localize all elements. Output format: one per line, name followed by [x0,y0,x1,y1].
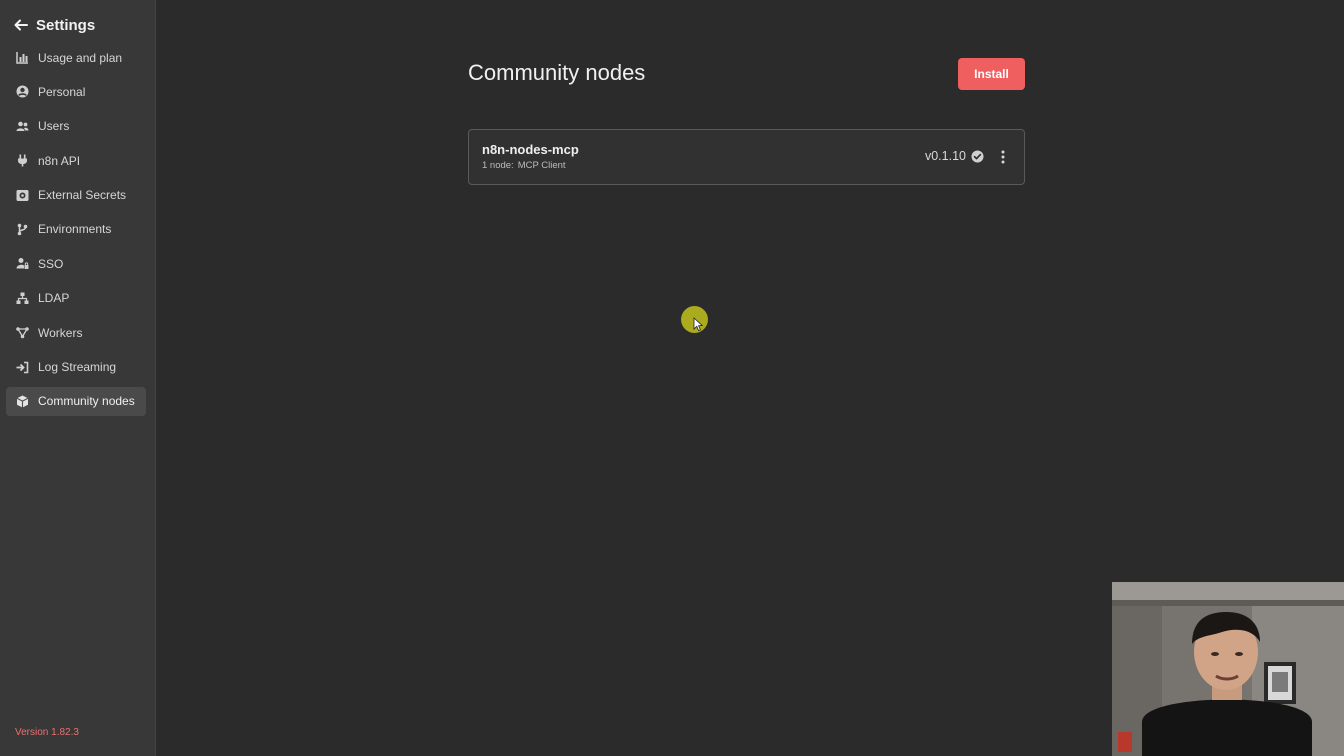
version-label: Version 1.82.3 [15,727,79,738]
bar-chart-icon [16,51,29,64]
sidebar-title: Settings [36,16,96,34]
sign-in-icon [16,361,29,374]
package-card[interactable]: n8n-nodes-mcp 1 node: MCP Client v0.1.10 [468,129,1025,185]
sidebar: Settings Usage and plan Personal Users n… [0,0,156,756]
sidebar-item-log-streaming[interactable]: Log Streaming [6,353,146,382]
sidebar-item-personal[interactable]: Personal [6,77,146,106]
package-name: n8n-nodes-mcp [482,142,579,157]
sidebar-item-label: Environments [38,222,112,237]
sidebar-item-label: SSO [38,256,64,271]
sidebar-item-community-nodes[interactable]: Community nodes [6,386,146,416]
sidebar-item-workers[interactable]: Workers [6,318,146,347]
sidebar-item-label: Workers [38,325,83,340]
page-title: Community nodes [468,60,646,85]
arrow-left-icon [14,19,28,31]
install-button[interactable]: Install [958,58,1025,90]
user-circle-icon [16,85,29,98]
vertical-dots-icon [1001,150,1005,164]
sidebar-item-users[interactable]: Users [6,112,146,141]
plug-icon [16,154,29,167]
package-menu-button[interactable] [998,148,1008,166]
sidebar-item-label: External Secrets [38,188,127,203]
vault-icon [16,189,29,202]
sidebar-item-label: Community nodes [38,394,135,409]
network-icon [16,292,29,305]
sidebar-item-label: LDAP [38,291,70,306]
sidebar-item-n8n-api[interactable]: n8n API [6,146,146,175]
settings-nav: Usage and plan Personal Users n8n API Ex… [6,43,146,421]
sidebar-item-external-secrets[interactable]: External Secrets [6,181,146,210]
git-branch-icon [16,223,29,236]
mouse-cursor-icon [693,317,703,332]
package-version: v0.1.10 [924,149,966,163]
sidebar-item-label: Usage and plan [38,50,123,65]
user-lock-icon [16,257,29,270]
check-circle-icon [971,150,984,162]
nodes-icon [16,326,29,339]
sidebar-item-label: Personal [38,84,86,99]
users-icon [16,120,29,133]
webcam-presenter-image [1112,582,1344,756]
package-node-info: 1 node: MCP Client [482,160,566,171]
settings-back-link[interactable]: Settings [14,14,95,36]
sidebar-item-usage-and-plan[interactable]: Usage and plan [6,43,146,72]
cube-icon [16,395,29,408]
package-version-group: v0.1.10 [925,149,984,163]
package-node-count: 1 node: [482,160,514,171]
sidebar-item-environments[interactable]: Environments [6,215,146,244]
sidebar-item-label: Log Streaming [38,360,117,375]
sidebar-item-label: n8n API [38,153,81,168]
sidebar-item-sso[interactable]: SSO [6,249,146,278]
sidebar-item-label: Users [38,119,70,134]
sidebar-item-ldap[interactable]: LDAP [6,284,146,313]
webcam-overlay [1112,582,1344,756]
package-node-list: MCP Client [517,160,566,171]
